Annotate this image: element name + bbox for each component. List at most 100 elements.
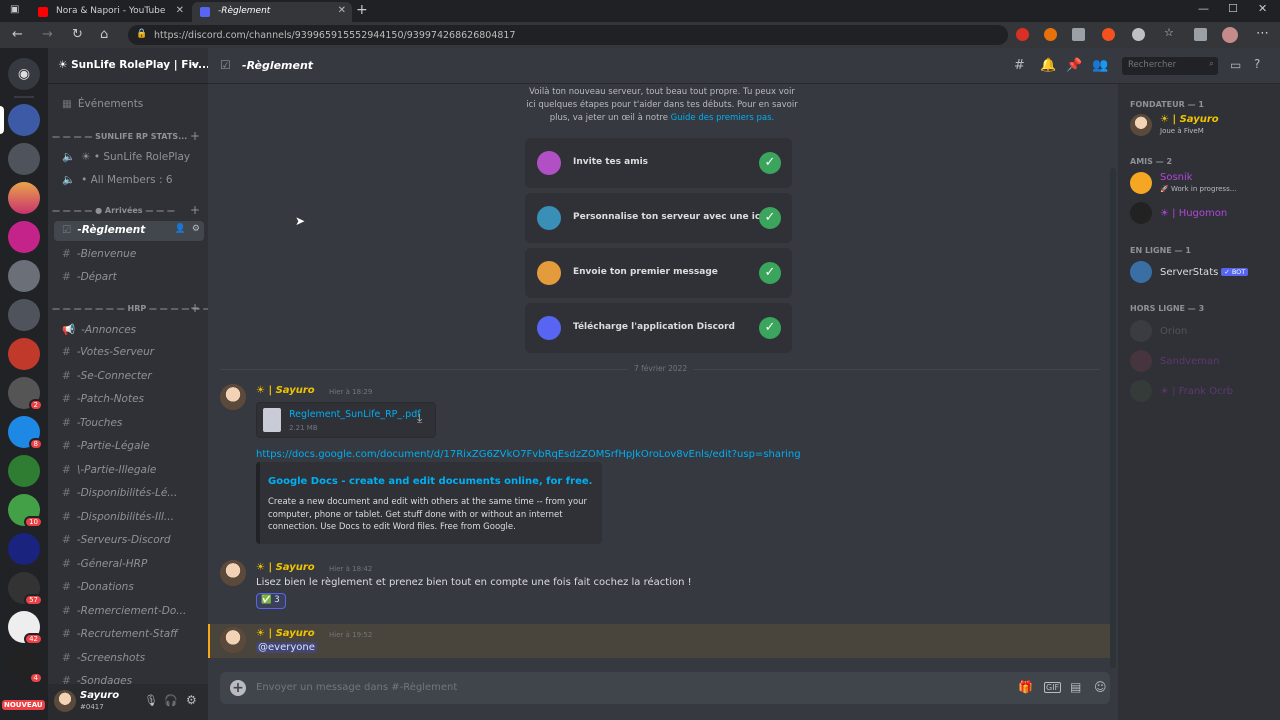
reaction-button[interactable]: ✅ 3 [256, 593, 286, 609]
member-name[interactable]: Orion [1160, 326, 1187, 337]
add-channel-icon[interactable]: + [190, 301, 200, 315]
embed-title[interactable]: Google Docs - create and edit documents … [268, 476, 592, 487]
server-icon[interactable] [8, 104, 40, 136]
back-icon[interactable]: ← [12, 27, 23, 42]
events-item[interactable]: ▦ Événements [54, 95, 204, 115]
browser-menu-icon[interactable]: ⋯ [1256, 26, 1269, 41]
channel-partie-illegale[interactable]: # \-Partie-Illegale [54, 461, 204, 481]
avatar[interactable] [1130, 261, 1152, 283]
add-channel-icon[interactable]: + [190, 203, 200, 217]
profile-avatar[interactable] [1222, 27, 1238, 43]
voice-channel-members[interactable]: 🔈 • All Members : 6 [54, 170, 204, 190]
sticker-icon[interactable]: ▤ [1070, 680, 1081, 694]
invite-icon[interactable]: 👤 [175, 224, 186, 234]
new-tab-button[interactable]: + [356, 2, 368, 18]
message-author[interactable]: ☀ | Sayuro [256, 562, 315, 573]
tab-actions-icon[interactable]: ▣ [10, 4, 19, 15]
channel-remerciement[interactable]: # -Remerciement-Do... [54, 602, 204, 622]
avatar[interactable] [220, 627, 246, 653]
server-icon[interactable]: 57 [8, 572, 43, 606]
avatar[interactable] [1130, 172, 1152, 194]
microphone-icon[interactable]: 🎙 [144, 694, 158, 707]
gift-icon[interactable]: 🎁 [1018, 680, 1033, 694]
collections-icon[interactable] [1194, 28, 1207, 41]
avatar[interactable] [220, 560, 246, 586]
category-arrivees[interactable]: — — — — ● Arrivées — — — + [52, 203, 204, 217]
avatar[interactable] [1130, 320, 1152, 342]
member-name[interactable]: Sosnik [1160, 172, 1193, 183]
avatar[interactable] [1130, 114, 1152, 136]
server-name-header[interactable]: ☀ SunLife RolePlay | Fiv... ⌄ [48, 48, 208, 84]
message-input[interactable]: Envoyer un message dans #-Règlement [256, 682, 457, 693]
server-icon[interactable]: 2 [8, 377, 43, 411]
close-window-button[interactable]: ✕ [1258, 2, 1267, 15]
gif-icon[interactable]: GIF [1044, 682, 1062, 693]
channel-donations[interactable]: # -Donations [54, 578, 204, 598]
members-list-icon[interactable]: 👥 [1092, 58, 1108, 73]
avatar[interactable] [1130, 350, 1152, 372]
channel-dispo-illegale[interactable]: # -Disponibilités-Ill... [54, 508, 204, 528]
search-input[interactable]: Rechercher ⌕ [1122, 57, 1218, 75]
gear-icon[interactable]: ⚙ [192, 224, 200, 234]
channel-connecter[interactable]: # -Se-Connecter [54, 367, 204, 387]
category-stats[interactable]: — — — — SUNLIFE RP STATS... + [52, 129, 204, 143]
extension-icon[interactable] [1016, 28, 1029, 41]
reload-icon[interactable]: ↻ [72, 27, 83, 42]
minimize-button[interactable]: — [1198, 2, 1209, 15]
server-icon[interactable] [8, 533, 40, 565]
extension-icon[interactable] [1072, 28, 1085, 41]
favorites-icon[interactable]: ☆ [1164, 26, 1177, 39]
address-input[interactable]: 🔒 https://discord.com/channels/939965915… [128, 25, 1008, 45]
message-author[interactable]: ☀ | Sayuro [256, 628, 315, 639]
message-composer[interactable]: + Envoyer un message dans #-Règlement 🎁 … [220, 672, 1110, 704]
extension-icon[interactable] [1044, 28, 1057, 41]
bell-icon[interactable]: 🔔 [1040, 58, 1056, 73]
message-author[interactable]: ☀ | Sayuro [256, 385, 315, 396]
pin-icon[interactable]: 📌 [1066, 58, 1082, 73]
server-icon[interactable] [8, 455, 40, 487]
server-icon[interactable] [8, 221, 40, 253]
server-icon[interactable] [8, 260, 40, 292]
channel-annonces[interactable]: 📢 -Annonces [54, 320, 204, 340]
task-customize[interactable]: Personnalise ton serveur avec une icône … [525, 193, 792, 243]
extension-icon[interactable] [1132, 28, 1145, 41]
server-icon[interactable]: 10 [8, 494, 43, 528]
guide-link[interactable]: Guide des premiers pas. [671, 113, 775, 123]
file-name-link[interactable]: Reglement_SunLife_RP_.pdf [289, 409, 421, 420]
channel-depart[interactable]: # -Départ [54, 268, 204, 288]
avatar[interactable] [220, 384, 246, 410]
channel-serveurs-discord[interactable]: # -Serveurs-Discord [54, 531, 204, 551]
headset-icon[interactable]: 🎧 [164, 694, 178, 707]
server-icon[interactable]: 8 [8, 416, 43, 450]
emoji-icon[interactable]: ☺ [1094, 680, 1107, 694]
task-message[interactable]: Envoie ton premier message ✓ [525, 248, 792, 298]
channel-partie-legale[interactable]: # -Partie-Légale [54, 437, 204, 457]
avatar[interactable] [1130, 202, 1152, 224]
server-icon[interactable] [8, 182, 40, 214]
channel-screenshots[interactable]: # -Screenshots [54, 649, 204, 669]
maximize-button[interactable]: ☐ [1228, 2, 1238, 15]
member-name[interactable]: Sandveman [1160, 356, 1219, 367]
add-attachment-icon[interactable]: + [230, 680, 246, 696]
member-name[interactable]: ServerStats ✓ BOT [1160, 267, 1249, 278]
channel-sondages[interactable]: # -Sondages [54, 672, 204, 684]
channel-patch-notes[interactable]: # -Patch-Notes [54, 390, 204, 410]
server-icon[interactable] [8, 143, 40, 175]
threads-icon[interactable]: # [1014, 58, 1025, 73]
voice-channel-sunlife[interactable]: 🔈 ☀ • SunLife RolePlay [54, 147, 204, 167]
channel-dispo-legale[interactable]: # -Disponibilités-Lé... [54, 484, 204, 504]
avatar[interactable] [1130, 380, 1152, 402]
task-download[interactable]: Télécharge l'application Discord ✓ [525, 303, 792, 353]
scrollbar[interactable] [1110, 168, 1116, 668]
download-icon[interactable]: ⤓ [417, 411, 422, 426]
channel-bienvenue[interactable]: # -Bienvenue [54, 245, 204, 265]
channel-reglement[interactable]: ☑ -Règlement 👤 ⚙ [54, 221, 204, 241]
channel-touches[interactable]: # -Touches [54, 414, 204, 434]
tab-youtube[interactable]: Nora & Napori - YouTube ✕ [30, 2, 190, 22]
server-icon[interactable]: 4 [8, 650, 43, 684]
server-icon[interactable]: 42 [8, 611, 43, 645]
message-link[interactable]: https://docs.google.com/document/d/17Rix… [256, 449, 801, 460]
extension-icon[interactable] [1102, 28, 1115, 41]
inbox-icon[interactable]: ▭ [1230, 58, 1241, 72]
settings-gear-icon[interactable]: ⚙ [186, 693, 197, 707]
